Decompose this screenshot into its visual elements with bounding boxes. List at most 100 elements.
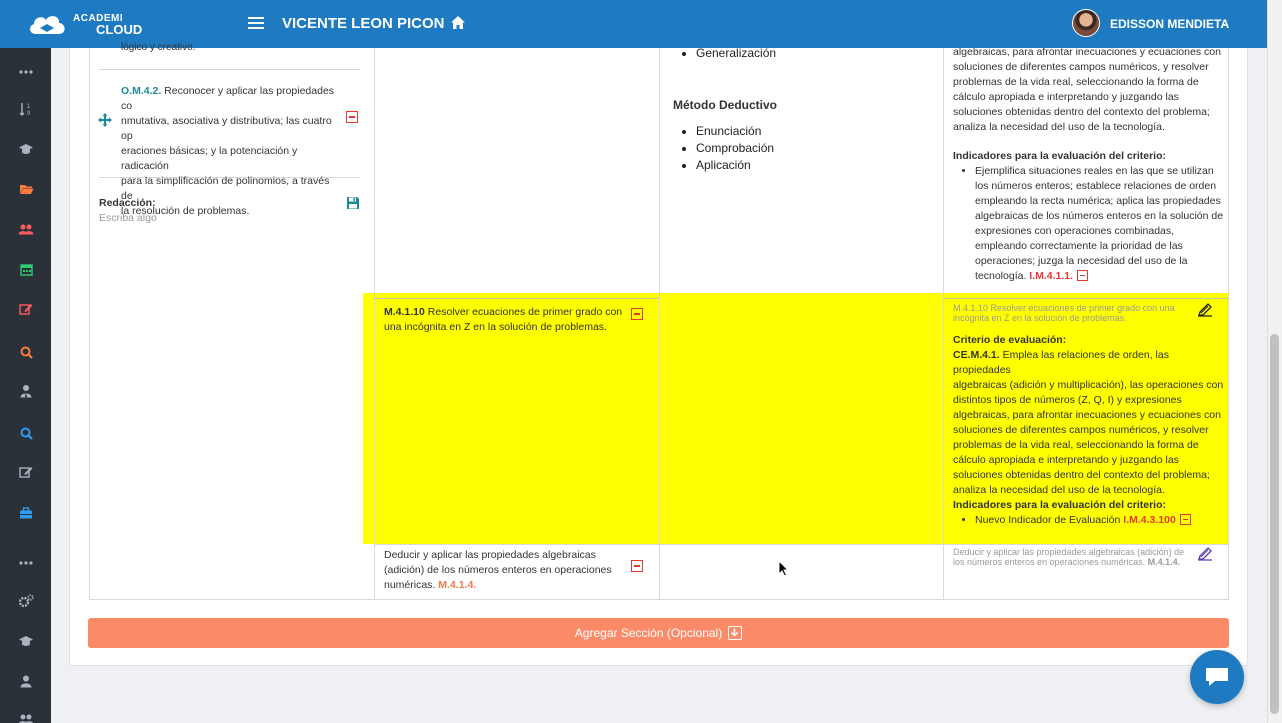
row-divider	[374, 544, 1229, 545]
remove-indicator-icon[interactable]	[1077, 270, 1089, 281]
indicators-title: Indicadores para la evaluación del crite…	[953, 150, 1166, 162]
indicator-line: algebraicas de los números enteros en la…	[975, 210, 1224, 222]
row-divider	[99, 69, 360, 70]
page-title: VICENTE LEON PICON	[282, 15, 445, 32]
criteria-line: soluciones de diferentes campos numérico…	[953, 424, 1209, 436]
search-icon[interactable]	[17, 343, 35, 361]
column-divider	[374, 48, 375, 599]
user-avatar[interactable]	[1072, 9, 1100, 37]
remove-skill-icon[interactable]	[631, 560, 643, 572]
users-icon[interactable]	[17, 220, 35, 238]
indicator-code[interactable]: I.M.4.1.1.	[1029, 270, 1073, 282]
indicator-line: empleando la recta numérica; aplica las …	[975, 195, 1221, 207]
pencil-icon[interactable]	[1197, 303, 1213, 322]
criteria-line: algebraicas, para afrontar inecuaciones …	[953, 409, 1221, 421]
indicator-line: Ejemplifica situaciones reales en las qu…	[975, 165, 1214, 177]
add-section-button[interactable]: Agregar Sección (Opcional)	[88, 618, 1229, 648]
skill-code[interactable]: M.4.1.10	[384, 306, 425, 318]
criteria-line: analiza la necesidad del uso de la tecno…	[953, 121, 1165, 133]
sort-numeric-icon[interactable]: 19	[17, 100, 35, 118]
list-item: Comprobación	[696, 140, 774, 157]
skill-summary-line: M.4.1.10 Resolver ecuaciones de primer g…	[953, 303, 1175, 313]
objective-text-tail: lógico y creativo.	[121, 42, 196, 53]
skill-summary-line: los números enteros en operaciones numér…	[953, 557, 1146, 567]
graduation-cap-icon[interactable]	[17, 632, 35, 650]
skill-line: Deducir y aplicar las propiedades algebr…	[384, 549, 596, 561]
objective-code[interactable]: O.M.4.2.	[121, 85, 161, 97]
objective-line: nmutativa, asociativa y distributiva; la…	[121, 115, 332, 142]
briefcase-icon[interactable]	[17, 504, 35, 522]
criteria-line: algebraicas, para afrontar inecuaciones …	[953, 46, 1221, 58]
indicator-line: operaciones; juzga la necesidad del uso …	[975, 255, 1188, 267]
chat-button[interactable]	[1190, 650, 1244, 704]
indicator-line: los números enteros; establece relacione…	[975, 180, 1217, 192]
menu-toggle-icon[interactable]	[248, 17, 264, 30]
remove-indicator-icon[interactable]	[1179, 514, 1191, 525]
indicator-line: empleando correctamente la prioridad de …	[975, 240, 1183, 252]
skill-line: (adición) de los números enteros en oper…	[384, 564, 612, 576]
chat-bubble-icon	[1206, 668, 1228, 686]
criteria-line: algebraicas (adición y multiplicación), …	[953, 379, 1224, 391]
criteria-line: cálculo apropiada e interpretando y juzg…	[953, 454, 1179, 466]
folder-open-icon[interactable]	[17, 180, 35, 198]
criteria-text: CE.M.4.1. Emplea las relaciones de orden…	[953, 348, 1228, 498]
cloud-logo-icon	[30, 16, 65, 34]
remove-skill-icon[interactable]	[631, 308, 643, 320]
criteria-line: problemas de la vida real, seleccionando…	[953, 76, 1199, 88]
criteria-line: soluciones obtenidas dentro del contexto…	[953, 106, 1210, 118]
academicloud-logo[interactable]: ACADEMI CLOUD	[26, 9, 146, 39]
more-dots-icon[interactable]	[17, 63, 35, 81]
skill-line: una incógnita en Z en la solución de pro…	[384, 321, 607, 333]
skill-item: Deducir y aplicar las propiedades algebr…	[384, 548, 634, 593]
redaccion-label: Redacción:	[99, 197, 156, 209]
skill-code[interactable]: M.4.1.4.	[438, 579, 476, 591]
more-dots-icon[interactable]	[17, 554, 35, 572]
list-item: Generalización	[696, 45, 776, 62]
user-tie-icon[interactable]	[17, 382, 35, 400]
list-item: Enunciación	[696, 123, 774, 140]
brand-bottom: CLOUD	[96, 22, 143, 37]
user-name[interactable]: EDISSON MENDIETA	[1110, 17, 1229, 31]
skill-summary-code: M.4.1.4.	[1147, 557, 1181, 567]
skill-line: numéricas.	[384, 579, 436, 591]
svg-text:9: 9	[27, 111, 31, 116]
list-item: Ejemplifica situaciones reales en las qu…	[975, 164, 1228, 284]
criteria-line: analiza la necesidad del uso de la tecno…	[953, 484, 1165, 496]
chevron-down-icon[interactable]: ⌄	[1222, 18, 1230, 29]
save-icon[interactable]	[346, 196, 360, 215]
add-section-label: Agregar Sección (Opcional)	[574, 626, 723, 640]
list-item: Aplicación	[696, 157, 774, 174]
criteria-line: cálculo apropiada e interpretando y juzg…	[953, 91, 1179, 103]
mouse-cursor-icon	[778, 559, 790, 582]
criteria-title: Criterio de evaluación:	[953, 334, 1067, 346]
download-icon	[728, 626, 743, 640]
method-title: Método Deductivo	[673, 98, 777, 112]
method-list: Enunciación Comprobación Aplicación	[674, 123, 774, 174]
edit-icon[interactable]	[17, 300, 35, 318]
indicator-list: Ejemplifica situaciones reales en las qu…	[953, 164, 1228, 284]
list-item: Nuevo Indicador de Evaluación I.M.4.3.10…	[975, 513, 1228, 528]
scrollbar-thumb[interactable]	[1270, 334, 1279, 714]
top-bar: ACADEMI CLOUD VICENTE LEON PICON EDISSON…	[0, 0, 1267, 48]
skill-summary-line: Deducir y aplicar las propiedades algebr…	[953, 547, 1185, 557]
user-icon[interactable]	[17, 672, 35, 690]
indicator-code[interactable]: I.M.4.3.100	[1123, 514, 1176, 526]
skill-summary-line: incógnita en Z en la solución de problem…	[953, 313, 1127, 323]
sidebar: 19	[0, 48, 51, 723]
remove-objective-icon[interactable]	[346, 111, 358, 123]
move-icon[interactable]	[98, 113, 112, 132]
calendar-icon[interactable]	[17, 260, 35, 278]
skill-summary: Deducir y aplicar las propiedades algebr…	[953, 547, 1193, 567]
users-icon[interactable]	[17, 710, 35, 723]
graduation-cap-icon[interactable]	[17, 140, 35, 158]
redaccion-input[interactable]: Escriba algo	[99, 211, 157, 226]
search-icon[interactable]	[17, 424, 35, 442]
cogs-icon[interactable]	[17, 592, 35, 610]
criteria-line: soluciones obtenidas dentro del contexto…	[953, 469, 1210, 481]
home-icon[interactable]	[450, 15, 466, 35]
edit-icon[interactable]	[17, 463, 35, 481]
svg-text:1: 1	[27, 104, 31, 110]
pencil-icon[interactable]	[1197, 547, 1213, 566]
method-list-top: Generalización	[674, 45, 776, 62]
objective-line: eraciones básicas; y la potenciación y r…	[121, 145, 298, 172]
